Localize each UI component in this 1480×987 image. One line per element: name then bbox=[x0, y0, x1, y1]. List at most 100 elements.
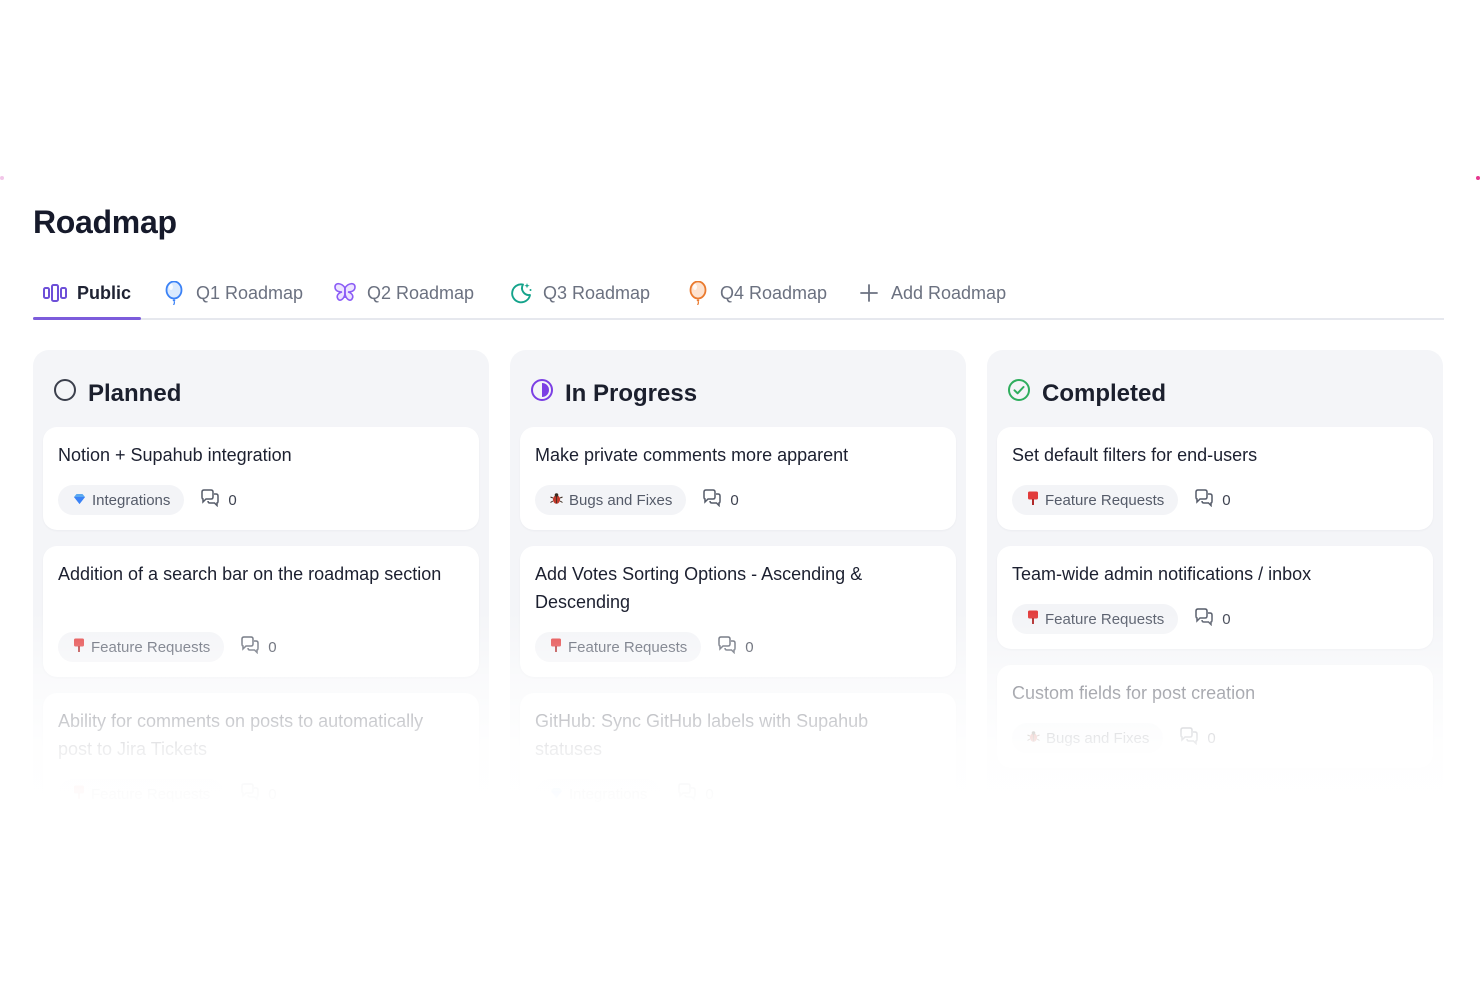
roadmap-page: Roadmap Public Q1 Roadmap Q2 Roadmap Q3 … bbox=[0, 0, 1480, 987]
comments-icon bbox=[240, 636, 260, 658]
comment-count[interactable]: 0 bbox=[200, 489, 237, 511]
comment-count[interactable]: 0 bbox=[702, 489, 739, 511]
tab-q3-roadmap[interactable]: Q3 Roadmap bbox=[509, 268, 650, 318]
roadmap-card[interactable]: Make private comments more apparent Bugs… bbox=[520, 427, 956, 530]
balloon-icon bbox=[686, 281, 710, 305]
circle-outline-icon bbox=[53, 378, 77, 409]
bug-icon bbox=[550, 492, 563, 509]
tab-label: Q2 Roadmap bbox=[367, 282, 475, 303]
column-header: In Progress bbox=[530, 378, 697, 409]
category-tag[interactable]: Feature Requests bbox=[1012, 485, 1179, 515]
tab-q1-roadmap[interactable]: Q1 Roadmap bbox=[162, 268, 303, 318]
column-in-progress: In Progress Make private comments more a… bbox=[510, 350, 966, 820]
comment-count-value: 0 bbox=[1222, 610, 1231, 628]
tag-label: Integrations bbox=[92, 491, 171, 509]
card-title: Team-wide admin notifications / inbox bbox=[1012, 564, 1312, 584]
page-title: Roadmap bbox=[33, 204, 177, 240]
tab-label: Q3 Roadmap bbox=[543, 282, 651, 303]
comments-icon bbox=[240, 783, 260, 805]
category-tag[interactable]: Bugs and Fixes bbox=[1012, 723, 1164, 753]
category-tag[interactable]: Feature Requests bbox=[535, 632, 702, 662]
tag-label: Feature Requests bbox=[1045, 610, 1165, 628]
comments-icon bbox=[677, 783, 697, 805]
comments-icon bbox=[1179, 727, 1199, 749]
tag-label: Feature Requests bbox=[91, 638, 211, 656]
tag-label: Integrations bbox=[569, 785, 648, 803]
card-title: Make private comments more apparent bbox=[535, 445, 849, 465]
edge-accent-right bbox=[1476, 176, 1480, 180]
comments-icon bbox=[1194, 608, 1214, 630]
pushpin-icon bbox=[1027, 610, 1039, 628]
comment-count[interactable]: 0 bbox=[240, 636, 277, 658]
comment-count[interactable]: 0 bbox=[717, 636, 754, 658]
comment-count[interactable]: 0 bbox=[240, 783, 277, 805]
roadmap-card[interactable]: Notion + Supahub integration Integration… bbox=[43, 427, 479, 530]
card-title: Notion + Supahub integration bbox=[58, 445, 292, 465]
gem-icon bbox=[73, 492, 86, 509]
card-title: Set default filters for end-users bbox=[1012, 445, 1258, 465]
comment-count[interactable]: 0 bbox=[1194, 489, 1231, 511]
column-header: Completed bbox=[1007, 378, 1166, 409]
column-planned: Planned Notion + Supahub integration Int… bbox=[33, 350, 489, 820]
category-tag[interactable]: Feature Requests bbox=[1012, 604, 1179, 634]
category-tag[interactable]: Integrations bbox=[535, 779, 662, 809]
comment-count[interactable]: 0 bbox=[1194, 608, 1231, 630]
tab-public[interactable]: Public bbox=[43, 268, 131, 318]
comment-count-value: 0 bbox=[745, 638, 754, 656]
card-meta: Integrations 0 bbox=[58, 485, 237, 515]
roadmap-card[interactable]: Team-wide admin notifications / inbox Fe… bbox=[997, 546, 1433, 649]
pushpin-icon bbox=[73, 638, 85, 656]
comment-count-value: 0 bbox=[228, 491, 237, 509]
roadmap-card[interactable]: Set default filters for end-users Featur… bbox=[997, 427, 1433, 530]
comment-count-value: 0 bbox=[1207, 729, 1216, 747]
moon-stars-icon bbox=[509, 281, 533, 305]
tab-label: Public bbox=[77, 282, 132, 303]
card-title: Custom fields for post creation bbox=[1012, 683, 1256, 703]
comment-count[interactable]: 0 bbox=[1179, 727, 1216, 749]
columns-icon bbox=[43, 281, 67, 305]
column-title: In Progress bbox=[565, 379, 698, 407]
pushpin-icon bbox=[550, 638, 562, 656]
column-title: Planned bbox=[88, 379, 182, 407]
tab-label: Q1 Roadmap bbox=[196, 282, 304, 303]
check-circle-icon bbox=[1007, 378, 1031, 409]
pushpin-icon bbox=[1027, 491, 1039, 509]
roadmap-card[interactable]: Custom fields for post creation Bugs and… bbox=[997, 665, 1433, 768]
column-title: Completed bbox=[1042, 379, 1167, 407]
comment-count-value: 0 bbox=[268, 638, 277, 656]
tag-label: Bugs and Fixes bbox=[1046, 729, 1150, 747]
comment-count[interactable]: 0 bbox=[677, 783, 714, 805]
card-title: Add Votes Sorting Options - Ascending & … bbox=[535, 564, 863, 612]
comments-icon bbox=[1194, 489, 1214, 511]
add-roadmap-button[interactable]: Add Roadmap bbox=[857, 268, 1006, 318]
tab-q2-roadmap[interactable]: Q2 Roadmap bbox=[333, 268, 474, 318]
card-meta: Feature Requests 0 bbox=[535, 632, 754, 662]
comment-count-value: 0 bbox=[730, 491, 739, 509]
tab-q4-roadmap[interactable]: Q4 Roadmap bbox=[686, 268, 827, 318]
half-circle-icon bbox=[530, 378, 554, 409]
category-tag[interactable]: Feature Requests bbox=[58, 632, 225, 662]
active-tab-indicator bbox=[33, 317, 141, 320]
card-meta: Feature Requests 0 bbox=[1012, 485, 1231, 515]
tag-label: Feature Requests bbox=[1045, 491, 1165, 509]
category-tag[interactable]: Integrations bbox=[58, 485, 185, 515]
category-tag[interactable]: Bugs and Fixes bbox=[535, 485, 687, 515]
card-meta: Bugs and Fixes 0 bbox=[535, 485, 739, 515]
category-tag[interactable]: Feature Requests bbox=[58, 779, 225, 809]
roadmap-card[interactable]: Ability for comments on posts to automat… bbox=[43, 693, 479, 820]
pushpin-icon bbox=[73, 785, 85, 803]
card-meta: Feature Requests 0 bbox=[58, 779, 277, 809]
card-meta: Feature Requests 0 bbox=[1012, 604, 1231, 634]
card-title: Ability for comments on posts to automat… bbox=[58, 711, 424, 759]
comment-count-value: 0 bbox=[1222, 491, 1231, 509]
roadmap-card[interactable]: Add Votes Sorting Options - Ascending & … bbox=[520, 546, 956, 677]
comments-icon bbox=[200, 489, 220, 511]
butterfly-icon bbox=[333, 281, 357, 305]
roadmap-card[interactable]: Addition of a search bar on the roadmap … bbox=[43, 546, 479, 677]
tag-label: Bugs and Fixes bbox=[569, 491, 673, 509]
column-completed: Completed Set default filters for end-us… bbox=[987, 350, 1443, 820]
roadmap-card[interactable]: GitHub: Sync GitHub labels with Supahub … bbox=[520, 693, 956, 820]
comment-count-value: 0 bbox=[705, 785, 714, 803]
comments-icon bbox=[702, 489, 722, 511]
comments-icon bbox=[717, 636, 737, 658]
